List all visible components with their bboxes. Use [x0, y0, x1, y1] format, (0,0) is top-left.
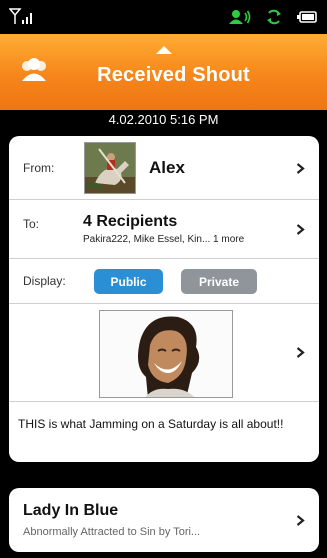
from-row[interactable]: From: Alex [9, 136, 319, 200]
battery-icon [297, 11, 317, 23]
shout-photo [99, 310, 233, 398]
status-bar [0, 0, 327, 34]
display-label: Display: [23, 274, 66, 288]
message-row: THIS is what Jamming on a Saturday is al… [9, 402, 319, 462]
to-label: To: [23, 217, 40, 231]
chevron-right-icon[interactable] [296, 163, 305, 174]
display-row: Display: Public Private [9, 259, 319, 304]
header-bar: Received Shout [0, 34, 327, 110]
song-card[interactable]: Lady In Blue Abnormally Attracted to Sin… [9, 488, 319, 552]
signal-icon [9, 8, 32, 24]
recipients-list: Pakira222, Mike Essel, Kin... 1 more [83, 234, 245, 245]
private-button[interactable]: Private [181, 269, 257, 294]
from-label: From: [23, 161, 55, 175]
public-button[interactable]: Public [94, 269, 163, 294]
sender-avatar [84, 142, 136, 194]
shout-message: THIS is what Jamming on a Saturday is al… [18, 417, 284, 431]
chevron-right-icon[interactable] [296, 515, 305, 526]
sender-name: Alex [149, 158, 185, 177]
chevron-right-icon[interactable] [296, 224, 305, 235]
chevron-right-icon[interactable] [296, 347, 305, 358]
page-title: Received Shout [97, 64, 250, 86]
shout-date: 4.02.2010 5:16 PM [108, 112, 219, 127]
song-title: Lady In Blue [23, 502, 119, 519]
song-subtitle: Abnormally Attracted to Sin by Tori... [23, 526, 201, 538]
headset-icon [229, 10, 251, 24]
to-row[interactable]: To: 4 Recipients Pakira222, Mike Essel, … [9, 200, 319, 259]
shout-card: From: Alex To: 4 Recipients Pakira222, M… [9, 136, 319, 462]
sync-icon [267, 9, 281, 25]
collapse-caret-icon[interactable] [156, 46, 172, 54]
recipients-count: 4 Recipients [83, 213, 178, 230]
photo-row[interactable] [9, 304, 319, 402]
